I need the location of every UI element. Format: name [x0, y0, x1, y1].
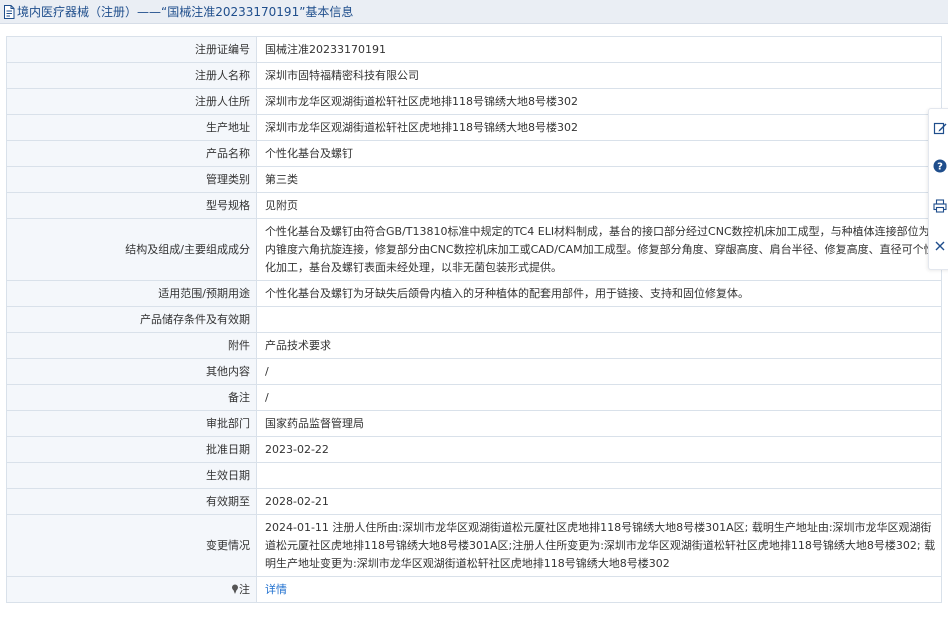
field-label: 适用范围/预期用途	[6, 280, 257, 307]
note-label: 注	[6, 576, 257, 603]
product-name-value: 个性化基台及螺钉	[256, 140, 942, 167]
table-row: 产品储存条件及有效期	[6, 306, 942, 333]
storage-condition-value	[256, 306, 942, 333]
floating-toolbar: ?	[928, 108, 948, 270]
note-value: 详情	[256, 576, 942, 603]
field-label: 审批部门	[6, 410, 257, 437]
field-label: 型号规格	[6, 192, 257, 219]
info-table: 注册证编号 国械注准20233170191 注册人名称 深圳市固特福精密科技有限…	[6, 36, 942, 603]
valid-until-value: 2028-02-21	[256, 488, 942, 515]
production-address-value: 深圳市龙华区观湖街道松轩社区虎地排118号锦绣大地8号楼302	[256, 114, 942, 141]
intended-use-value: 个性化基台及螺钉为牙缺失后颌骨内植入的牙种植体的配套用部件，用于链接、支持和固位…	[256, 280, 942, 307]
table-row: 结构及组成/主要组成成分 个性化基台及螺钉由符合GB/T13810标准中规定的T…	[6, 218, 942, 281]
pin-icon	[232, 584, 238, 594]
field-label: 批准日期	[6, 436, 257, 463]
table-row: 变更情况 2024-01-11 注册人住所由:深圳市龙华区观湖街道松元厦社区虎地…	[6, 514, 942, 577]
field-label: 附件	[6, 332, 257, 359]
print-icon[interactable]	[933, 199, 947, 213]
field-label: 生效日期	[6, 462, 257, 489]
table-row: 注 详情	[6, 576, 942, 603]
svg-text:?: ?	[937, 162, 943, 173]
document-icon	[4, 4, 15, 19]
registrant-address-value: 深圳市龙华区观湖街道松轩社区虎地排118号锦绣大地8号楼302	[256, 88, 942, 115]
close-icon[interactable]	[933, 239, 947, 253]
field-label: 管理类别	[6, 166, 257, 193]
help-icon[interactable]: ?	[933, 159, 947, 173]
field-label: 注册人住所	[6, 88, 257, 115]
table-row: 生产地址 深圳市龙华区观湖街道松轩社区虎地排118号锦绣大地8号楼302	[6, 114, 942, 141]
table-row: 附件 产品技术要求	[6, 332, 942, 359]
field-label: 生产地址	[6, 114, 257, 141]
field-label: 注册证编号	[6, 36, 257, 63]
field-label: 产品储存条件及有效期	[6, 306, 257, 333]
table-row: 其他内容 /	[6, 358, 942, 385]
structure-composition-value: 个性化基台及螺钉由符合GB/T13810标准中规定的TC4 ELI材料制成，基台…	[256, 218, 942, 281]
management-class-value: 第三类	[256, 166, 942, 193]
registrant-name-value: 深圳市固特福精密科技有限公司	[256, 62, 942, 89]
remarks-value: /	[256, 384, 942, 411]
field-label: 变更情况	[6, 514, 257, 577]
table-row: 产品名称 个性化基台及螺钉	[6, 140, 942, 167]
table-row: 型号规格 见附页	[6, 192, 942, 219]
table-row: 生效日期	[6, 462, 942, 489]
field-label: 其他内容	[6, 358, 257, 385]
attachment-value: 产品技术要求	[256, 332, 942, 359]
model-spec-value: 见附页	[256, 192, 942, 219]
table-row: 备注 /	[6, 384, 942, 411]
table-row: 有效期至 2028-02-21	[6, 488, 942, 515]
field-label: 备注	[6, 384, 257, 411]
table-row: 审批部门 国家药品监督管理局	[6, 410, 942, 437]
field-label: 注册人名称	[6, 62, 257, 89]
table-row: 注册证编号 国械注准20233170191	[6, 36, 942, 63]
approval-department-value: 国家药品监督管理局	[256, 410, 942, 437]
change-history-value: 2024-01-11 注册人住所由:深圳市龙华区观湖街道松元厦社区虎地排118号…	[256, 514, 942, 577]
note-label-text: 注	[239, 582, 250, 596]
page-header: 境内医疗器械（注册）——“国械注准20233170191”基本信息	[0, 0, 948, 24]
edit-icon[interactable]	[933, 121, 947, 135]
page-title: 境内医疗器械（注册）——“国械注准20233170191”基本信息	[17, 5, 354, 19]
table-row: 管理类别 第三类	[6, 166, 942, 193]
table-row: 注册人名称 深圳市固特福精密科技有限公司	[6, 62, 942, 89]
approval-date-value: 2023-02-22	[256, 436, 942, 463]
field-label: 产品名称	[6, 140, 257, 167]
table-row: 适用范围/预期用途 个性化基台及螺钉为牙缺失后颌骨内植入的牙种植体的配套用部件，…	[6, 280, 942, 307]
field-label: 有效期至	[6, 488, 257, 515]
registration-number-value: 国械注准20233170191	[256, 36, 942, 63]
table-row: 注册人住所 深圳市龙华区观湖街道松轩社区虎地排118号锦绣大地8号楼302	[6, 88, 942, 115]
table-row: 批准日期 2023-02-22	[6, 436, 942, 463]
effective-date-value	[256, 462, 942, 489]
other-content-value: /	[256, 358, 942, 385]
field-label: 结构及组成/主要组成成分	[6, 218, 257, 281]
details-link[interactable]: 详情	[265, 583, 287, 596]
